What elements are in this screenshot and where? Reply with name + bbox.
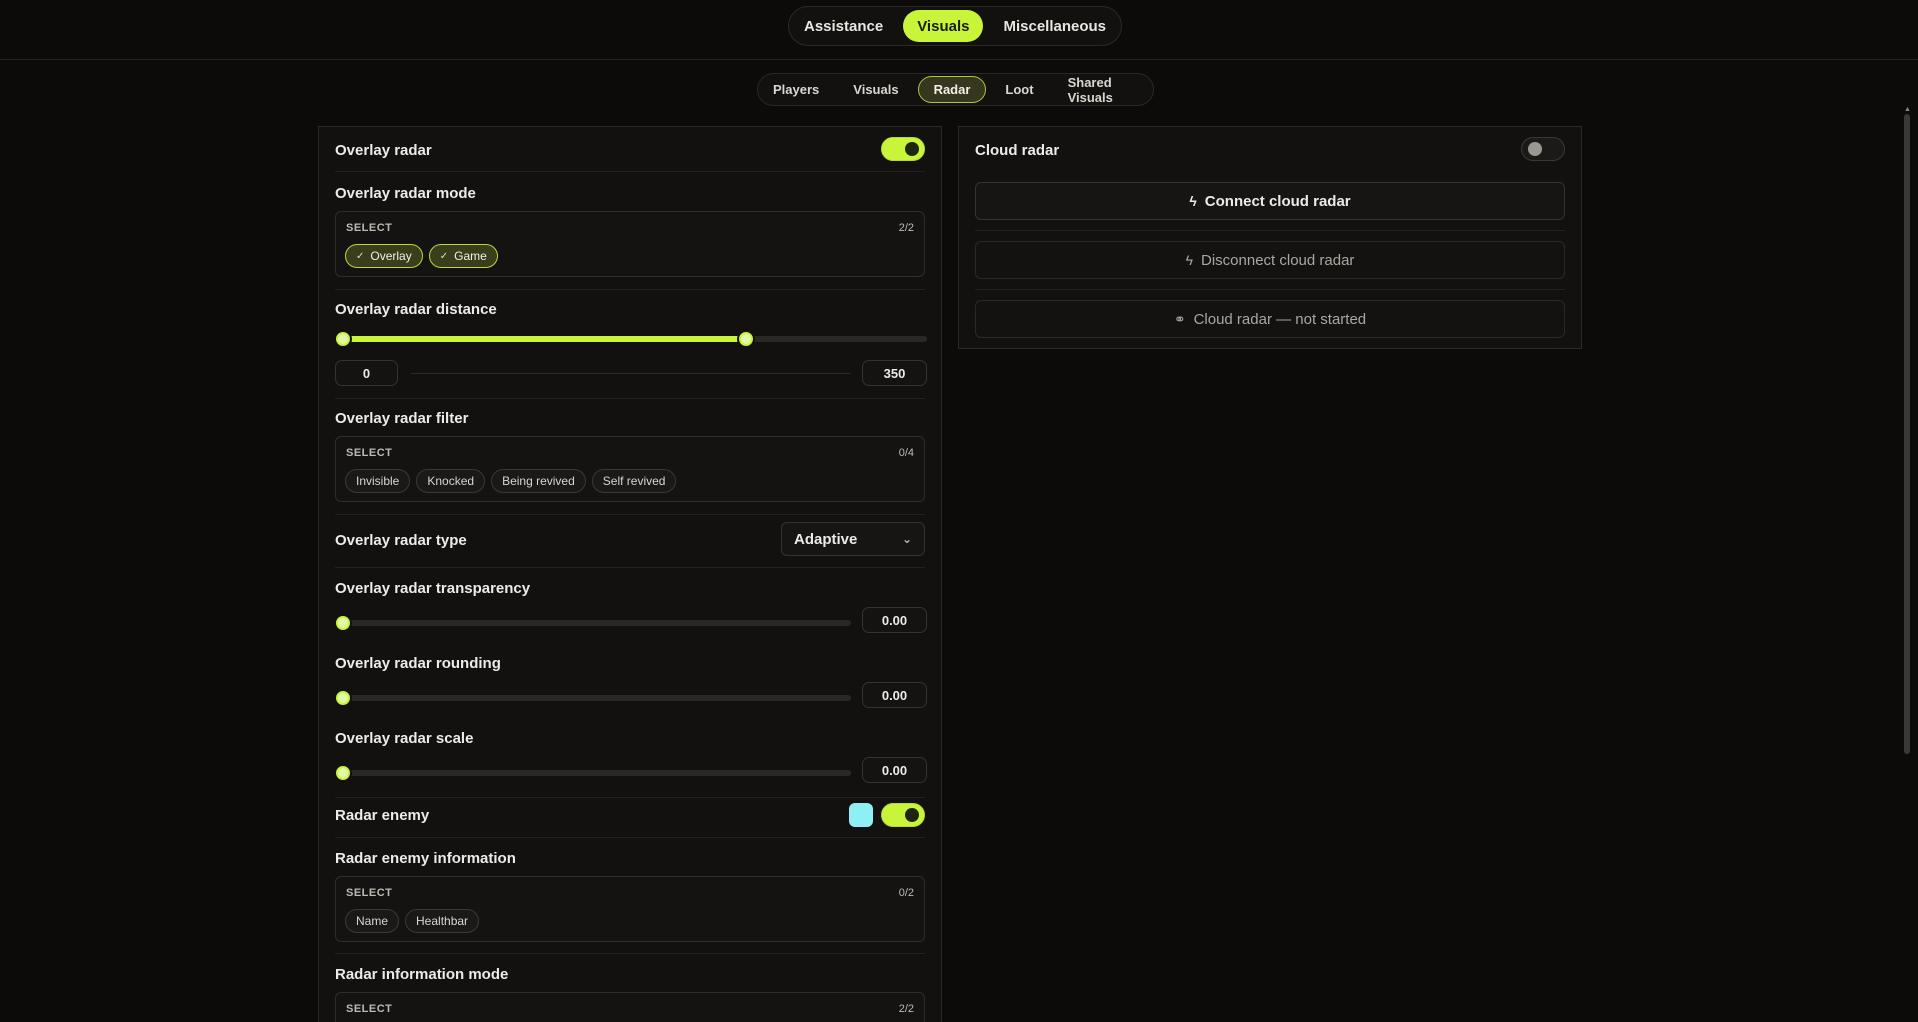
subtab-loot[interactable]: Loot xyxy=(990,76,1048,103)
scale-value-input[interactable]: 0.00 xyxy=(862,757,927,783)
radar-information-mode-select[interactable]: SELECT 2/2 xyxy=(335,992,925,1022)
overlay-radar-type-dropdown[interactable]: Adaptive ⌄ xyxy=(781,522,925,556)
toggle-knob xyxy=(905,142,919,156)
chevron-down-icon: ⌄ xyxy=(901,532,912,546)
overlay-radar-filter-label: Overlay radar filter xyxy=(335,410,469,427)
cloud-radar-status: ⚭ Cloud radar — not started xyxy=(975,300,1565,338)
distance-slider-fill xyxy=(343,336,747,342)
rounding-slider-handle[interactable] xyxy=(336,691,350,705)
top-nav: Assistance Visuals Miscellaneous xyxy=(788,6,1122,46)
radar-enemy-information-label: Radar enemy information xyxy=(335,850,516,867)
radar-enemy-information-select[interactable]: SELECT 0/2 Name Healthbar xyxy=(335,876,925,942)
overlay-radar-filter-select[interactable]: SELECT 0/4 Invisible Knocked Being reviv… xyxy=(335,436,925,502)
cloud-radar-toggle[interactable] xyxy=(1521,137,1565,161)
select-header: SELECT xyxy=(346,447,393,459)
select-count: 0/4 xyxy=(898,447,914,459)
chip-knocked[interactable]: Knocked xyxy=(416,469,486,493)
select-header: SELECT xyxy=(346,222,393,234)
distance-max-handle[interactable] xyxy=(739,332,753,346)
divider xyxy=(335,567,925,568)
chip-healthbar[interactable]: Healthbar xyxy=(405,909,480,933)
select-header: SELECT xyxy=(346,887,393,899)
subtab-players[interactable]: Players xyxy=(758,76,834,103)
scrollbar-thumb[interactable] xyxy=(1904,114,1910,754)
scrollbar[interactable]: ▲ xyxy=(1904,106,1911,1022)
select-count: 0/2 xyxy=(898,887,914,899)
divider xyxy=(335,171,925,172)
subtab-radar[interactable]: Radar xyxy=(917,76,987,103)
radar-enemy-label: Radar enemy xyxy=(335,807,430,824)
transparency-slider-track[interactable] xyxy=(343,620,851,626)
distance-min-input[interactable]: 0 xyxy=(335,360,398,386)
transparency-value-input[interactable]: 0.00 xyxy=(862,607,927,633)
chip-name[interactable]: Name xyxy=(345,909,400,933)
subtab-visuals[interactable]: Visuals xyxy=(838,76,913,103)
divider xyxy=(335,289,925,290)
scale-slider-track[interactable] xyxy=(343,770,851,776)
chip-game[interactable]: ✓ Game xyxy=(428,244,498,268)
chip-label: Game xyxy=(454,249,487,263)
distance-max-input[interactable]: 350 xyxy=(862,360,927,386)
divider xyxy=(335,953,925,954)
range-connector xyxy=(411,373,851,374)
disconnect-cloud-radar-button[interactable]: ϟ Disconnect cloud radar xyxy=(975,241,1565,279)
divider xyxy=(335,514,925,515)
check-icon: ✓ xyxy=(356,250,365,262)
divider xyxy=(975,289,1565,290)
bolt-icon: ϟ xyxy=(1185,252,1193,268)
chip-self-revived[interactable]: Self revived xyxy=(591,469,677,493)
overlay-radar-rounding-label: Overlay radar rounding xyxy=(335,655,501,672)
select-header: SELECT xyxy=(346,1003,393,1015)
subtab-shared-visuals[interactable]: Shared Visuals xyxy=(1053,75,1153,105)
sub-nav: Players Visuals Radar Loot Shared Visual… xyxy=(757,73,1154,106)
rounding-slider-track[interactable] xyxy=(343,695,851,701)
tab-assistance[interactable]: Assistance xyxy=(790,10,897,42)
chip-being-revived[interactable]: Being revived xyxy=(491,469,586,493)
radar-information-mode-label: Radar information mode xyxy=(335,966,509,983)
rounding-value-input[interactable]: 0.00 xyxy=(862,682,927,708)
connect-cloud-radar-button[interactable]: ϟ Connect cloud radar xyxy=(975,182,1565,220)
status-label: Cloud radar — not started xyxy=(1193,310,1367,328)
cloud-radar-label: Cloud radar xyxy=(975,142,1060,159)
chip-label: Overlay xyxy=(370,249,412,263)
link-icon: ⚭ xyxy=(1173,310,1186,327)
overlay-radar-transparency-label: Overlay radar transparency xyxy=(335,580,531,597)
overlay-radar-panel: Overlay radar Overlay radar mode SELECT … xyxy=(318,126,942,1022)
divider xyxy=(975,230,1565,231)
distance-min-handle[interactable] xyxy=(336,332,350,346)
chip-overlay[interactable]: ✓ Overlay xyxy=(345,244,423,268)
overlay-radar-distance-label: Overlay radar distance xyxy=(335,301,497,318)
button-label: Connect cloud radar xyxy=(1204,192,1351,210)
tab-miscellaneous[interactable]: Miscellaneous xyxy=(989,10,1120,42)
divider xyxy=(335,797,925,798)
overlay-radar-mode-select[interactable]: SELECT 2/2 ✓ Overlay ✓ Game xyxy=(335,211,925,277)
radar-enemy-toggle[interactable] xyxy=(881,803,925,827)
overlay-radar-mode-label: Overlay radar mode xyxy=(335,185,476,202)
toggle-knob xyxy=(905,808,919,822)
cloud-radar-panel: Cloud radar ϟ Connect cloud radar ϟ Disc… xyxy=(958,126,1582,349)
dropdown-value: Adaptive xyxy=(794,530,858,548)
transparency-slider-handle[interactable] xyxy=(336,616,350,630)
bolt-icon: ϟ xyxy=(1189,193,1197,209)
toggle-knob xyxy=(1528,142,1542,156)
select-count: 2/2 xyxy=(898,1003,914,1015)
scroll-up-arrow-icon[interactable]: ▲ xyxy=(1904,106,1911,113)
tab-visuals[interactable]: Visuals xyxy=(903,10,984,42)
overlay-radar-toggle[interactable] xyxy=(881,137,925,161)
divider xyxy=(335,398,925,399)
radar-enemy-color-swatch[interactable] xyxy=(849,803,873,827)
scale-slider-handle[interactable] xyxy=(336,766,350,780)
top-divider xyxy=(0,59,1918,60)
select-count: 2/2 xyxy=(898,222,914,234)
divider xyxy=(335,837,925,838)
check-icon: ✓ xyxy=(439,250,449,262)
overlay-radar-scale-label: Overlay radar scale xyxy=(335,730,474,747)
chip-invisible[interactable]: Invisible xyxy=(345,469,411,493)
overlay-radar-label: Overlay radar xyxy=(335,142,432,159)
button-label: Disconnect cloud radar xyxy=(1201,251,1355,269)
